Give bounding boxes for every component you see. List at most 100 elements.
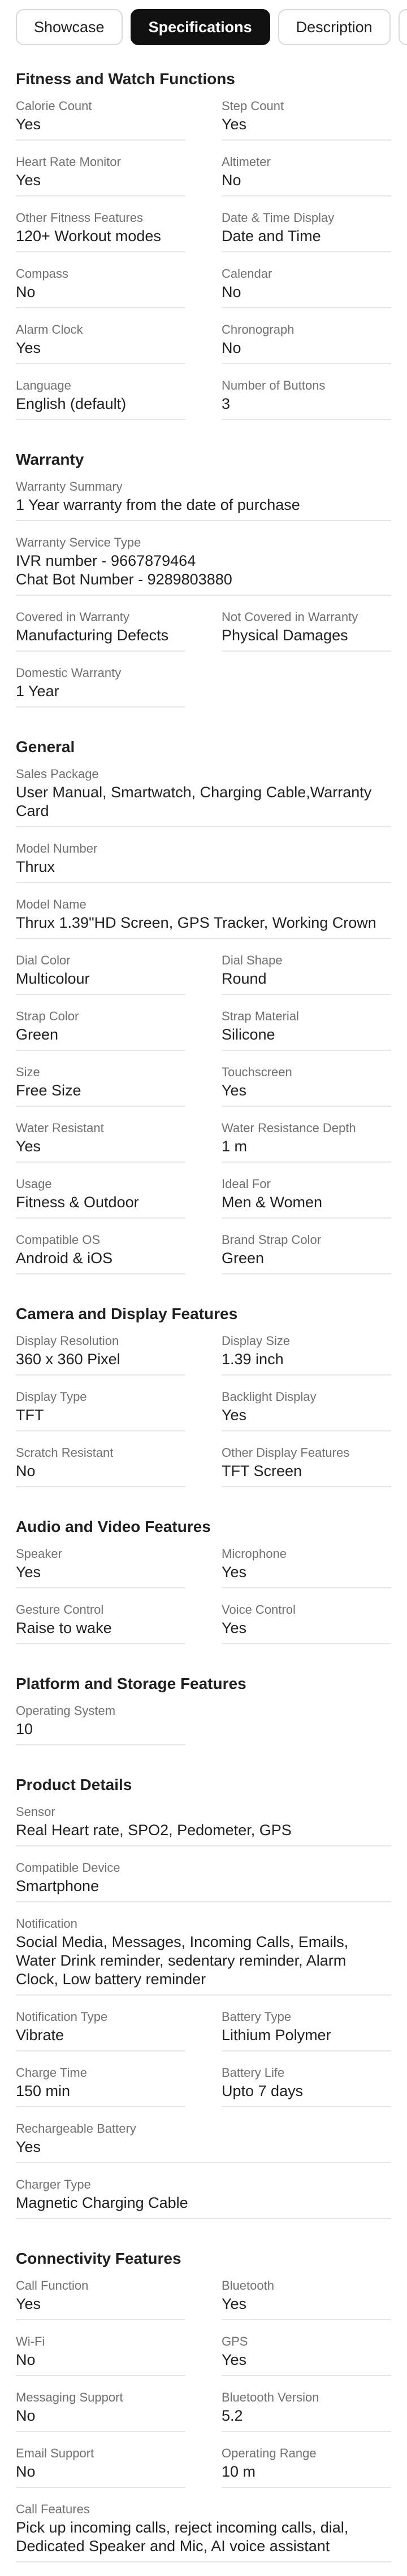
spec-brand-strap-color: Brand Strap Color Green bbox=[222, 1232, 391, 1274]
spec-label: Display Type bbox=[16, 1390, 87, 1404]
spec-value: Upto 7 days bbox=[222, 2082, 304, 2099]
spec-label: Charge Time bbox=[16, 2066, 87, 2080]
section-title: General bbox=[16, 738, 75, 756]
spec-call-function: Call Function Yes bbox=[16, 2278, 185, 2320]
spec-label: Ideal For bbox=[222, 1177, 271, 1191]
spec-sales-package: Sales Package User Manual, Smartwatch, Ch… bbox=[16, 766, 391, 827]
spec-label: Microphone bbox=[222, 1547, 287, 1561]
spec-label: Backlight Display bbox=[222, 1390, 317, 1404]
spec-label: Date & Time Display bbox=[222, 211, 335, 225]
spec-label: Step Count bbox=[222, 99, 284, 113]
spec-date-time-display: Date & Time Display Date and Time bbox=[222, 210, 391, 252]
spec-label: Warranty Summary bbox=[16, 479, 123, 494]
spec-label: Dial Color bbox=[16, 953, 71, 967]
spec-label: Operating Range bbox=[222, 2446, 317, 2460]
section-title: Fitness and Watch Functions bbox=[16, 70, 235, 88]
spec-label: Sensor bbox=[16, 1805, 55, 1819]
spec-value: Yes bbox=[16, 172, 41, 189]
spec-value: Magnetic Charging Cable bbox=[16, 2194, 188, 2211]
spec-label: Chronograph bbox=[222, 322, 295, 337]
spec-value: Yes bbox=[222, 1407, 247, 1424]
spec-value: Yes bbox=[222, 1619, 247, 1636]
spec-value: TFT bbox=[16, 1407, 44, 1424]
spec-model-name: Model Name Thrux 1.39"HD Screen, GPS Trac… bbox=[16, 897, 391, 939]
spec-label: Model Name bbox=[16, 897, 86, 911]
spec-compatible-os: Compatible OS Android & iOS bbox=[16, 1232, 185, 1274]
spec-ideal-for: Ideal For Men & Women bbox=[222, 1176, 391, 1219]
spec-label: Number of Buttons bbox=[222, 378, 326, 392]
spec-value: 1.39 inch bbox=[222, 1351, 284, 1368]
spec-label: Call Function bbox=[16, 2278, 89, 2293]
spec-compatible-device: Compatible Device Smartphone bbox=[16, 1860, 391, 1902]
spec-sensor: Sensor Real Heart rate, SPO2, Pedometer, … bbox=[16, 1804, 391, 1846]
tab-showcase[interactable]: Showcase bbox=[16, 9, 123, 45]
spec-value: No bbox=[16, 1462, 36, 1479]
spec-display-resolution: Display Resolution 360 x 360 Pixel bbox=[16, 1333, 185, 1376]
spec-model-number: Model Number Thrux bbox=[16, 841, 391, 883]
spec-charge-time: Charge Time 150 min bbox=[16, 2065, 185, 2107]
section-title: Audio and Video Features bbox=[16, 1518, 211, 1535]
spec-value: 1 m bbox=[222, 1138, 248, 1155]
spec-value: No bbox=[222, 339, 241, 356]
spec-value: Yes bbox=[222, 1082, 247, 1099]
spec-other-fitness-features: Other Fitness Features 120+ Workout modes bbox=[16, 210, 185, 252]
tab-specifications[interactable]: Specifications bbox=[130, 9, 270, 45]
spec-label: Not Covered in Warranty bbox=[222, 610, 358, 624]
spec-label: Brand Strap Color bbox=[222, 1233, 322, 1247]
spec-grid: Speaker Yes Microphone Yes Gesture Control Ra… bbox=[16, 1546, 391, 1658]
spec-value: Round bbox=[222, 970, 267, 987]
spec-calendar: Calendar No bbox=[222, 266, 391, 308]
spec-value: Pick up incoming calls, reject incoming … bbox=[16, 2519, 349, 2555]
spec-backlight-display: Backlight Display Yes bbox=[222, 1389, 391, 1431]
section-warranty: Warranty Warranty Summary 1 Year warranty … bbox=[16, 445, 391, 721]
spec-charger-type: Charger Type Magnetic Charging Cable bbox=[16, 2177, 391, 2219]
spec-label: Strap Color bbox=[16, 1009, 79, 1023]
spec-label: GPS bbox=[222, 2334, 248, 2348]
spec-value: 360 x 360 Pixel bbox=[16, 1351, 120, 1368]
spec-value: Yes bbox=[222, 1564, 247, 1580]
spec-label: Bluetooth Version bbox=[222, 2390, 319, 2404]
spec-value: 1 Year bbox=[16, 683, 59, 700]
section-product-details: Product Details Sensor Real Heart rate, SP… bbox=[16, 1770, 391, 2233]
spec-value: Yes bbox=[16, 116, 41, 133]
spec-label: Usage bbox=[16, 1177, 52, 1191]
spec-value: No bbox=[222, 283, 241, 300]
spec-value: Real Heart rate, SPO2, Pedometer, GPS bbox=[16, 1822, 292, 1839]
spec-label: Covered in Warranty bbox=[16, 610, 129, 624]
spec-compass: Compass No bbox=[16, 266, 185, 308]
spec-value: Men & Women bbox=[222, 1194, 323, 1211]
spec-value: IVR number - 9667879464 Chat Bot Number … bbox=[16, 552, 232, 588]
spec-value: Vibrate bbox=[16, 2027, 64, 2044]
spec-grid: Calorie Count Yes Step Count Yes Heart Rate … bbox=[16, 98, 391, 434]
spec-gps: GPS Yes bbox=[222, 2334, 391, 2376]
spec-dial-color: Dial Color Multicolour bbox=[16, 953, 185, 995]
section-connectivity-features: Connectivity Features Call Function Yes Blu… bbox=[16, 2244, 391, 2576]
spec-grid: Sales Package User Manual, Smartwatch, Ch… bbox=[16, 766, 391, 1288]
spec-value: Green bbox=[16, 1026, 59, 1043]
spec-value: 3 bbox=[222, 395, 231, 412]
spec-operating-system: Operating System 10 bbox=[16, 1703, 185, 1745]
spec-alarm-clock: Alarm Clock Yes bbox=[16, 322, 185, 364]
spec-battery-type: Battery Type Lithium Polymer bbox=[222, 2009, 391, 2051]
spec-label: Calorie Count bbox=[16, 99, 92, 113]
spec-label: Water Resistant bbox=[16, 1121, 104, 1135]
spec-value: Yes bbox=[16, 1138, 41, 1155]
spec-number-of-buttons: Number of Buttons 3 bbox=[222, 378, 391, 420]
spec-label: Display Size bbox=[222, 1334, 291, 1348]
spec-label: Calendar bbox=[222, 267, 272, 281]
spec-strap-color: Strap Color Green bbox=[16, 1008, 185, 1051]
spec-label: Language bbox=[16, 378, 71, 392]
spec-label: Other Fitness Features bbox=[16, 211, 143, 225]
spec-label: Alarm Clock bbox=[16, 322, 83, 337]
spec-value: Multicolour bbox=[16, 970, 90, 987]
spec-microphone: Microphone Yes bbox=[222, 1546, 391, 1588]
spec-not-covered-in-warranty: Not Covered in Warranty Physical Damages bbox=[222, 609, 391, 652]
spec-value: Yes bbox=[222, 116, 247, 133]
spec-label: Domestic Warranty bbox=[16, 666, 122, 680]
spec-value: 120+ Workout modes bbox=[16, 228, 161, 244]
spec-messaging-support: Messaging Support No bbox=[16, 2390, 185, 2432]
tab-wa[interactable]: Wa bbox=[398, 9, 407, 45]
spec-grid: Warranty Summary 1 Year warranty from the… bbox=[16, 479, 391, 721]
tab-description[interactable]: Description bbox=[278, 9, 391, 45]
spec-battery-life: Battery Life Upto 7 days bbox=[222, 2065, 391, 2107]
